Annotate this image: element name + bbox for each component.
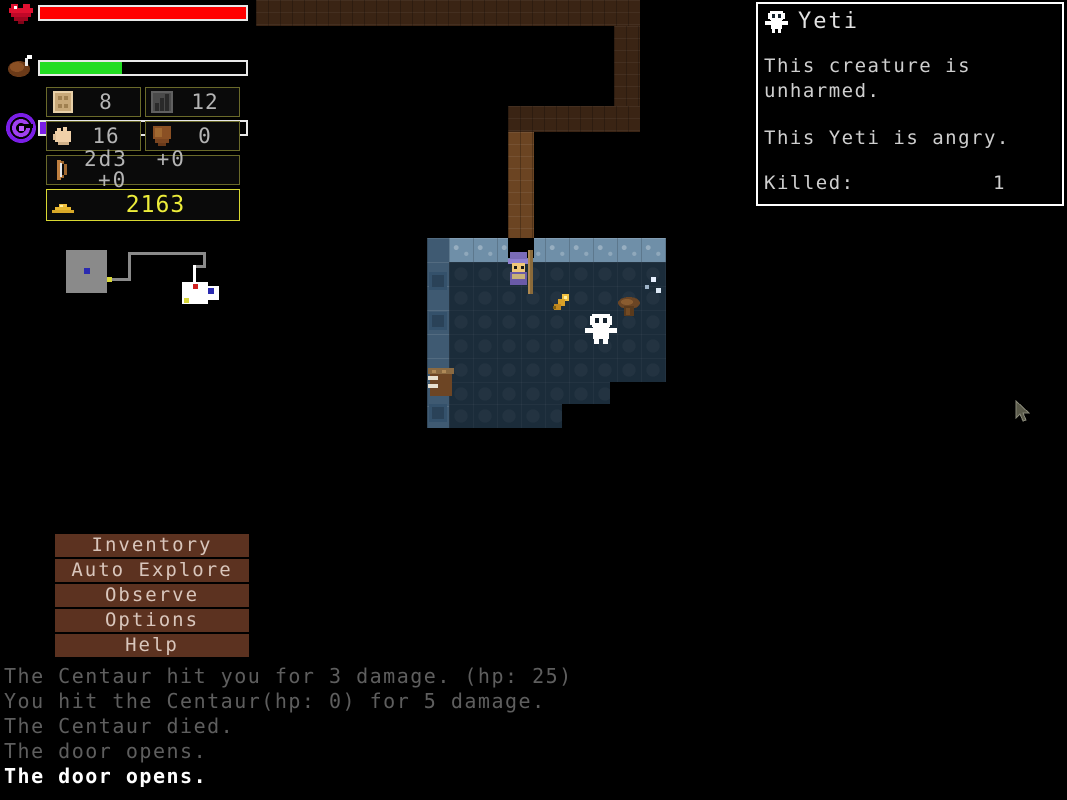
wall-segment-top [256,0,640,26]
armor-icon [50,89,76,115]
health-bar-track [38,5,248,21]
creature-info-panel: Yeti This creature is unharmed. This Yet… [756,2,1064,206]
wall-segment-lower [508,106,640,132]
weapon-bonus-hit: +0 [156,147,186,171]
menu-item-inventory[interactable]: Inventory [55,534,249,557]
heart-icon [6,0,36,28]
log-line-latest: The door opens. [4,764,208,788]
minimap-stairs-marker [84,268,90,274]
killed-count: 1 [993,172,1006,194]
message-log: The Centaur hit you for 3 damage. (hp: 2… [4,664,704,789]
yeti-creature[interactable] [583,311,619,347]
floor-accent-tile [429,404,447,422]
room-floor-main[interactable] [449,262,666,382]
sparkle-particle [645,285,649,289]
mouse-cursor [1014,399,1034,424]
minimap-corridor [128,252,206,255]
bookshelf-furniture[interactable] [426,366,456,400]
health-bar-row [0,0,260,28]
floor-accent-tile [429,272,447,290]
shield-icon [149,123,175,149]
stat-grid: 8 12 16 0 2d3 +0 +0 2163 [46,87,240,225]
sparkle-particle [651,277,656,282]
stat-shield[interactable]: 0 [145,121,240,151]
mushroom-item[interactable] [616,294,642,320]
stat-weapon-value: 2d3 +0 +0 [76,149,239,191]
stat-row-gold: 2163 [46,189,240,221]
minimap-current-room [186,286,219,300]
stat-gold[interactable]: 2163 [46,189,240,221]
killed-label: Killed: [764,172,855,194]
minimap-player-marker [193,284,198,289]
log-line: The Centaur died. [4,714,235,738]
room-top-left-wall [427,238,449,262]
log-line: The door opens. [4,739,208,763]
minimap-corridor [128,252,131,281]
action-menu: Inventory Auto Explore Observe Options H… [55,534,249,659]
menu-item-help[interactable]: Help [55,634,249,657]
fist-icon [50,123,76,149]
room-floor-lower[interactable] [449,382,610,404]
stat-armor[interactable]: 8 [46,87,141,117]
stat-strength-value: 16 [92,123,120,148]
stat-row-1: 8 12 [46,87,240,117]
yeti-icon [764,9,790,35]
minimap-stairs-marker [208,288,214,294]
mana-bar-row [0,56,260,143]
gold-pile-icon [50,192,76,218]
minimap[interactable] [60,240,235,312]
stat-shield-value: 0 [198,123,212,148]
stat-weapon[interactable]: 2d3 +0 +0 [46,149,240,191]
log-line: You hit the Centaur(hp: 0) for 5 damage. [4,689,546,713]
creature-killed-row: Killed: 1 [764,171,1056,196]
stat-level-value: 12 [191,89,219,114]
wand-item[interactable] [550,291,572,313]
menu-item-observe[interactable]: Observe [55,584,249,607]
menu-item-options[interactable]: Options [55,609,249,632]
creature-status-line-2: This Yeti is angry. [764,127,1010,149]
mana-spiral-icon [6,112,36,143]
creature-name: Yeti [798,9,859,34]
bow-icon [50,157,76,183]
minimap-door-marker [184,298,189,303]
sparkle-particle [656,288,661,293]
player-wizard[interactable] [504,250,538,296]
stat-row-weapon: 2d3 +0 +0 [46,149,240,191]
food-bar-row [0,28,260,77]
floor-accent-tile [429,312,447,330]
stat-level[interactable]: 12 [145,87,240,117]
menu-item-auto-explore[interactable]: Auto Explore [55,559,249,582]
room-floor-bottom[interactable] [449,404,562,428]
stat-gold-value: 2163 [125,191,186,218]
health-bar-fill [40,7,246,19]
room-top-wall [449,238,666,262]
log-line: The Centaur hit you for 3 damage. (hp: 2… [4,664,573,688]
bars-icon [149,89,175,115]
creature-status-line-1: This creature is unharmed. [764,55,984,102]
corridor-vertical [508,132,534,242]
creature-title-row: Yeti [764,8,1056,36]
game-screen: 8 12 16 0 2d3 +0 +0 2163 Yeti This creat… [0,0,1067,800]
stat-row-2: 16 0 [46,121,240,151]
hud-panel: 8 12 16 0 2d3 +0 +0 2163 [0,0,260,304]
stat-armor-value: 8 [99,89,113,114]
